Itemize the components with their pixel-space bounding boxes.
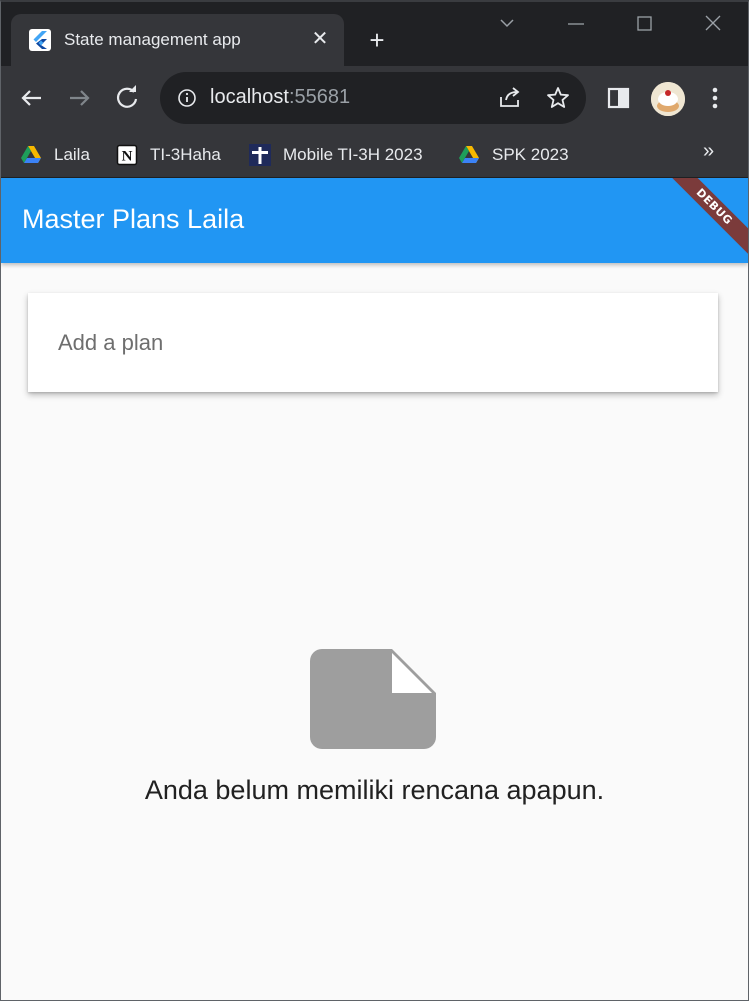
app-bar: Master Plans Laila DEBUG (1, 178, 748, 263)
close-tab-icon[interactable]: ✕ (307, 26, 333, 52)
address-bar[interactable]: localhost:55681 (160, 72, 586, 124)
url-port: :55681 (288, 86, 351, 108)
add-plan-input[interactable] (28, 293, 718, 392)
minimize-icon[interactable] (561, 12, 591, 36)
more-bookmarks-chevron-icon[interactable]: » (703, 140, 714, 163)
browser-tab-active[interactable]: State management app ✕ (11, 14, 344, 66)
maximize-icon[interactable] (629, 12, 659, 36)
bookmarks-bar: Laila N TI-3Haha Mobile TI-3H 2023 SPK 2… (1, 132, 748, 178)
bookmark-item-mobile-ti-3h-2023[interactable]: Mobile TI-3H 2023 (249, 140, 423, 170)
tab-strip: State management app ✕ + (1, 2, 748, 66)
bookmark-item-spk-2023[interactable]: SPK 2023 (458, 140, 569, 170)
page-title: Master Plans Laila (22, 204, 245, 234)
empty-state-message: Anda belum memiliki rencana apapun. (144, 775, 605, 805)
new-tab-button[interactable]: + (363, 27, 391, 55)
note-icon (310, 649, 436, 749)
bookmark-item-ti-3haha[interactable]: N TI-3Haha (116, 140, 221, 170)
google-drive-icon (458, 144, 480, 166)
reload-icon[interactable] (112, 83, 142, 113)
site-info-icon[interactable] (177, 88, 197, 108)
debug-banner: DEBUG (658, 178, 748, 263)
bookmark-star-icon[interactable] (545, 85, 571, 111)
menu-kebab-icon[interactable] (701, 84, 729, 112)
profile-avatar[interactable] (651, 82, 685, 116)
share-icon[interactable] (497, 85, 523, 111)
flutter-icon (29, 29, 51, 51)
tab-search-icon[interactable] (493, 12, 523, 36)
bookmark-label: Mobile TI-3H 2023 (283, 145, 423, 164)
cross-flag-icon (249, 144, 271, 166)
bookmark-label: Laila (54, 145, 90, 164)
add-plan-card (28, 293, 718, 392)
url-host: localhost (210, 86, 289, 108)
google-drive-icon (20, 144, 42, 166)
bookmark-label: TI-3Haha (150, 145, 221, 164)
bookmark-label: SPK 2023 (492, 145, 569, 164)
notion-icon: N (116, 144, 138, 166)
svg-text:N: N (122, 149, 133, 165)
side-panel-icon[interactable] (605, 84, 633, 112)
tab-title: State management app (64, 30, 241, 49)
browser-toolbar: localhost:55681 (1, 66, 748, 132)
back-arrow-icon[interactable] (17, 83, 47, 113)
browser-window: State management app ✕ + localhost:55681… (0, 0, 749, 1001)
bookmark-item-laila[interactable]: Laila (20, 140, 90, 170)
url-text[interactable]: localhost:55681 (210, 86, 350, 109)
close-window-icon[interactable] (698, 12, 728, 36)
forward-arrow-icon[interactable] (64, 83, 94, 113)
